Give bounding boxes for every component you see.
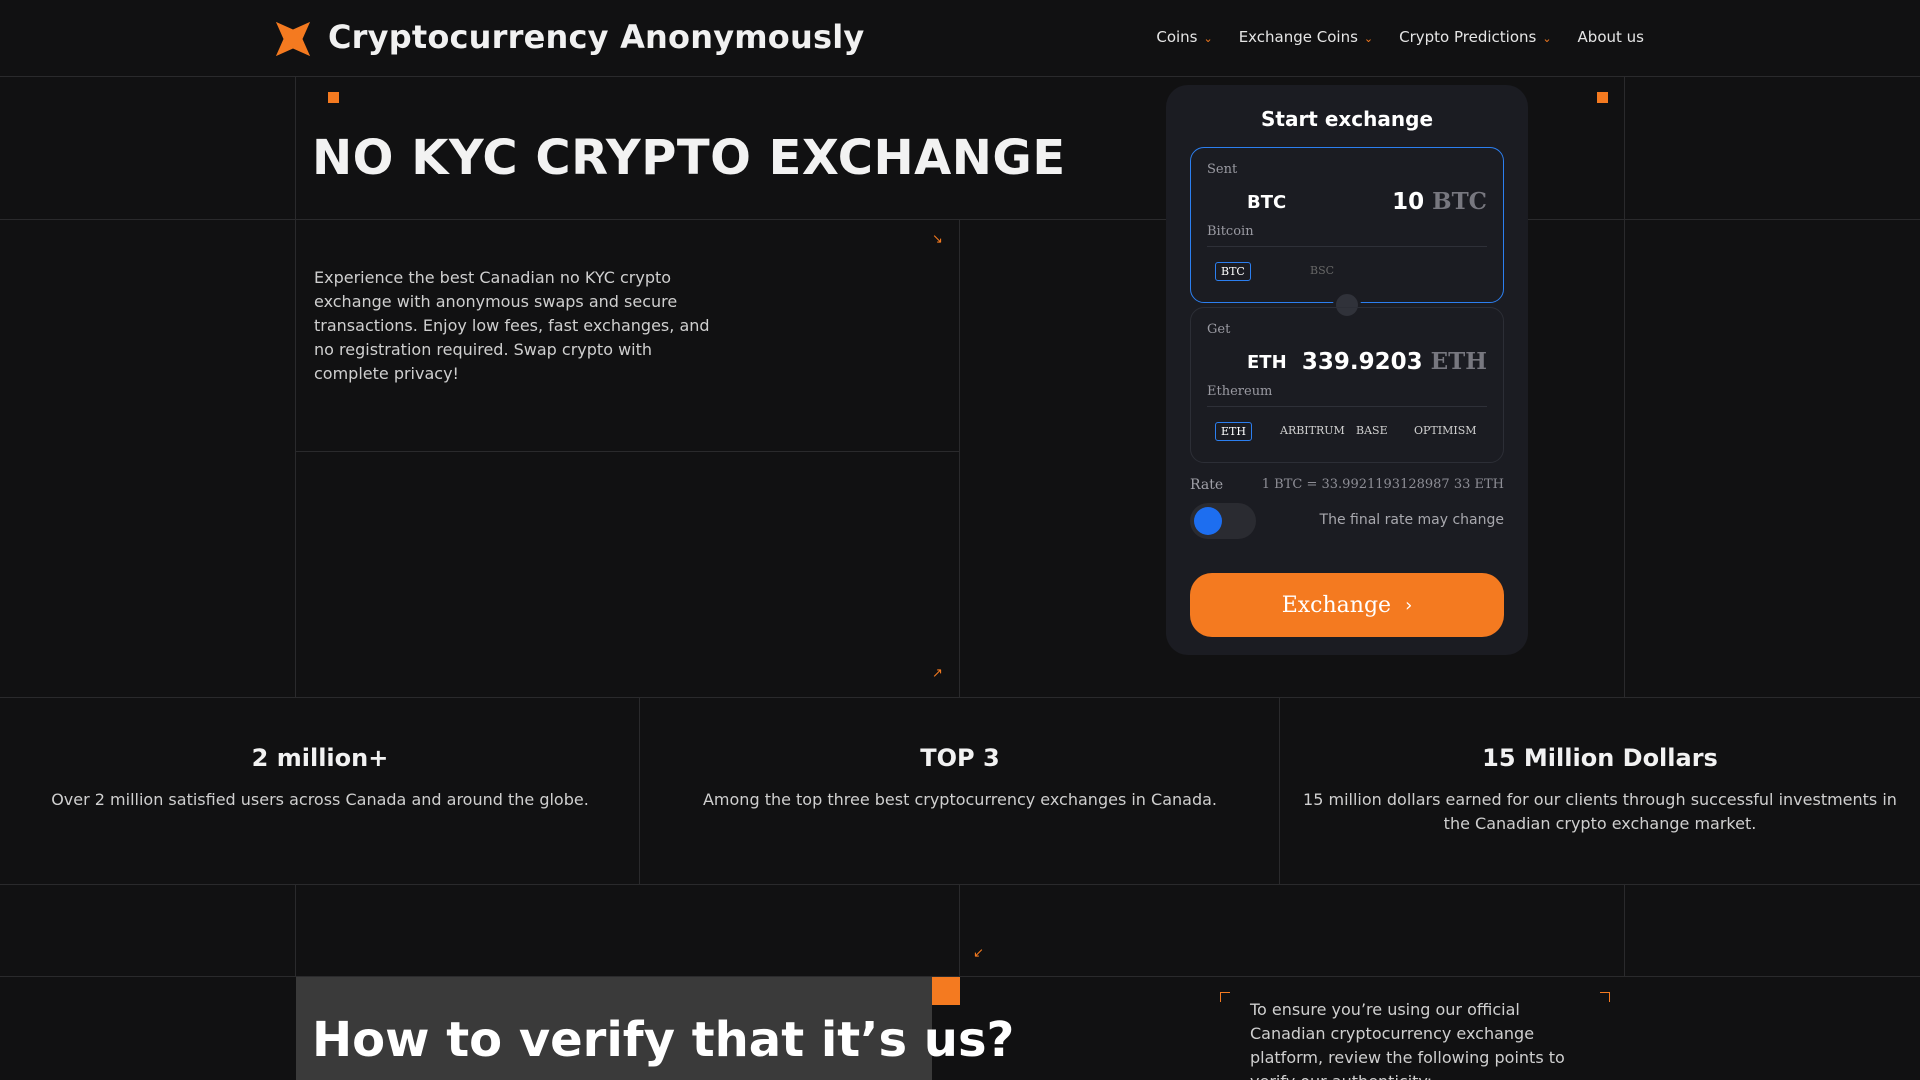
divider [1207, 246, 1487, 247]
decor-square [328, 92, 339, 103]
verify-text: To ensure you’re using our official Cana… [1250, 1000, 1565, 1080]
network-base[interactable]: BASE [1351, 422, 1393, 439]
network-btc[interactable]: BTC [1215, 262, 1251, 281]
decor-square [1597, 92, 1608, 103]
decor-square [932, 977, 960, 1005]
corner-mark [1220, 992, 1230, 1002]
logo-icon[interactable] [274, 20, 312, 58]
fixed-rate-toggle[interactable] [1190, 503, 1256, 539]
chevron-right-icon: › [1405, 594, 1413, 616]
grid-line [1624, 76, 1625, 697]
grid-line [295, 76, 296, 697]
grid-line [1624, 884, 1625, 976]
arrow-down-right-icon: ↘ [932, 232, 943, 247]
hero-description: Experience the best Canadian no KYC cryp… [314, 268, 710, 383]
chevron-down-icon: ⌄ [1363, 31, 1374, 45]
nav-about-us[interactable]: About us [1578, 28, 1644, 46]
grid-line [959, 884, 960, 976]
stat-title: TOP 3 [920, 744, 1000, 772]
exchange-button-label: Exchange [1281, 592, 1392, 618]
exchange-title: Start exchange [1260, 107, 1434, 131]
get-amount: 339.9203 ETH [1302, 348, 1487, 375]
network-arbitrum[interactable]: ARBITRUM [1275, 422, 1350, 439]
nav-label: Exchange Coins [1238, 28, 1358, 46]
get-amount-value: 339.9203 [1301, 349, 1423, 375]
get-box[interactable]: Get ETH Ethereum 339.9203 ETH ETH ARBITRU… [1190, 307, 1504, 463]
grid-line [296, 451, 960, 452]
nav-label: Coins [1156, 28, 1198, 46]
grid-line [295, 884, 296, 976]
arrow-up-right-icon: ↗ [932, 666, 943, 681]
rate-label: Rate [1190, 477, 1224, 493]
sent-box[interactable]: Sent BTC Bitcoin 10 BTC BTC BSC [1190, 147, 1504, 303]
stat-users: 2 million+ Over 2 million satisfied user… [40, 744, 600, 812]
stat-title: 2 million+ [251, 744, 389, 772]
grid-line [959, 219, 960, 697]
corner-mark [1600, 992, 1610, 1002]
grid-line [1279, 697, 1280, 884]
stat-earnings: 15 Million Dollars 15 million dollars ea… [1292, 744, 1908, 836]
sent-amount-input[interactable]: 10 BTC [1392, 188, 1487, 215]
hero-title: NO KYC CRYPTO EXCHANGE [312, 130, 1066, 186]
get-unit: ETH [1430, 348, 1487, 375]
nav-exchange-coins[interactable]: Exchange Coins ⌄ [1239, 28, 1373, 46]
stat-text: Among the top three best cryptocurrency … [702, 790, 1217, 809]
grid-line [0, 219, 1920, 220]
sent-coin-name: Bitcoin [1207, 224, 1254, 239]
stat-rank: TOP 3 Among the top three best cryptocur… [680, 744, 1240, 812]
grid-line [0, 976, 1920, 977]
sent-unit: BTC [1432, 188, 1487, 215]
brand-name[interactable]: Cryptocurrency Anonymously [328, 18, 864, 56]
get-coin-name: Ethereum [1207, 384, 1273, 399]
nav-coins[interactable]: Coins ⌄ [1156, 28, 1212, 46]
chevron-down-icon: ⌄ [1203, 31, 1213, 45]
grid-line [639, 697, 640, 884]
stat-text: 15 million dollars earned for our client… [1303, 790, 1897, 833]
network-optimism[interactable]: OPTIMISM [1409, 422, 1482, 439]
grid-line [0, 697, 1920, 698]
sent-coin-select[interactable]: BTC [1247, 192, 1286, 213]
arrow-down-left-icon: ↙ [973, 946, 984, 961]
grid-line [0, 884, 1920, 885]
nav-label: About us [1577, 28, 1644, 46]
network-eth[interactable]: ETH [1215, 422, 1252, 441]
exchange-card: Start exchange Sent BTC Bitcoin 10 BTC BT… [1166, 85, 1528, 655]
sent-label: Sent [1207, 162, 1238, 177]
nav-crypto-predictions[interactable]: Crypto Predictions ⌄ [1399, 28, 1551, 46]
header-divider [0, 76, 1920, 77]
stat-text: Over 2 million satisfied users across Ca… [51, 790, 589, 809]
network-bsc[interactable]: BSC [1305, 262, 1339, 279]
divider [1207, 406, 1487, 407]
toggle-knob [1194, 507, 1222, 535]
get-coin-select[interactable]: ETH [1247, 352, 1287, 373]
main-nav: Coins ⌄ Exchange Coins ⌄ Crypto Predicti… [1156, 28, 1644, 46]
sent-amount[interactable]: 10 [1392, 189, 1424, 215]
rate-note: The final rate may change [1319, 512, 1504, 528]
chevron-down-icon: ⌄ [1542, 31, 1552, 45]
verify-title: How to verify that it’s us? [312, 1012, 1015, 1068]
rate-value: 1 BTC = 33.9921193128987 33 ETH [1261, 477, 1504, 492]
stat-title: 15 Million Dollars [1482, 744, 1718, 772]
exchange-button[interactable]: Exchange › [1190, 573, 1504, 637]
nav-label: Crypto Predictions [1399, 28, 1537, 46]
get-label: Get [1207, 322, 1231, 337]
